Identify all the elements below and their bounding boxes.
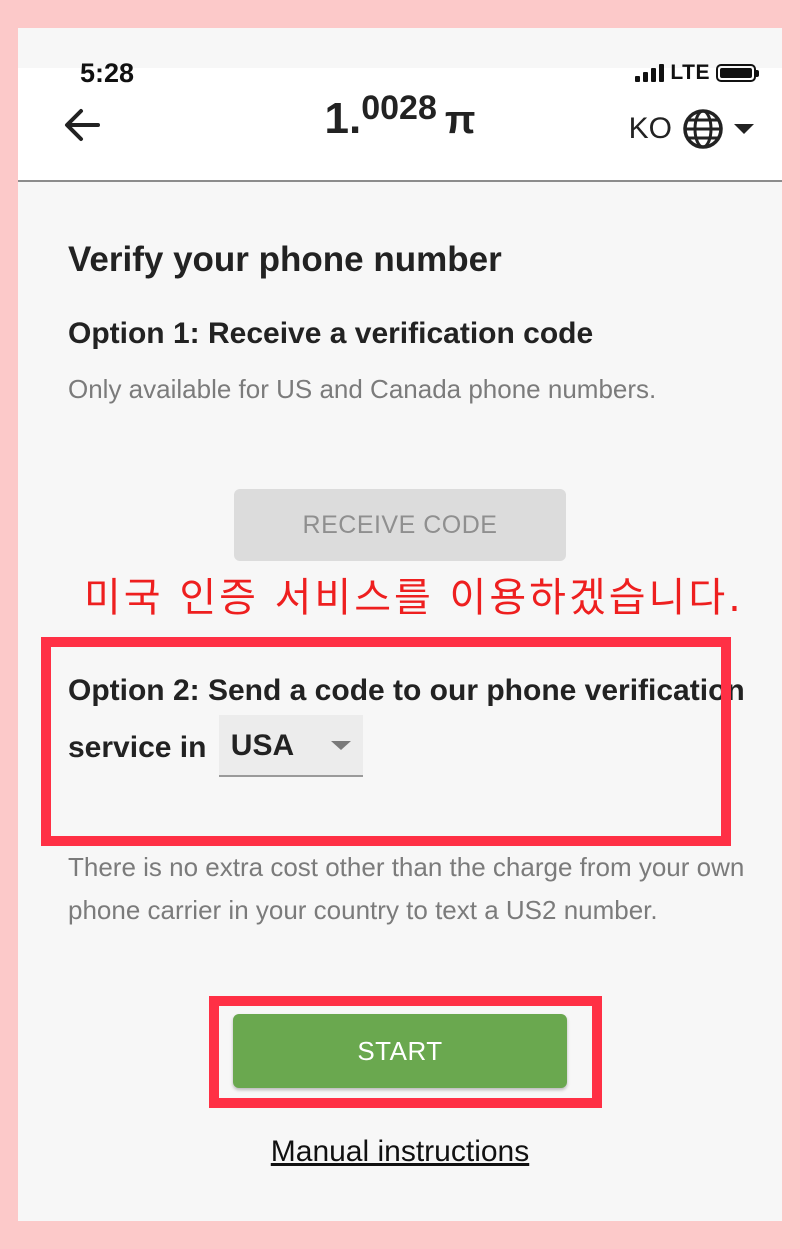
pi-symbol: π <box>444 98 476 142</box>
battery-icon <box>716 64 759 82</box>
option2-description: There is no extra cost other than the ch… <box>68 852 745 925</box>
language-code: KO <box>628 112 672 145</box>
signal-icon <box>635 64 665 82</box>
receive-code-button[interactable]: RECEIVE CODE <box>234 489 566 561</box>
manual-instructions-link[interactable]: Manual instructions <box>18 1135 782 1169</box>
language-selector[interactable]: KO <box>629 108 754 150</box>
balance-integer: 1. <box>324 94 362 143</box>
status-time: 5:28 <box>80 58 135 88</box>
phone-screen: 5:28 LTE 1.0028 π KO Verify your phone nu… <box>18 28 782 1221</box>
option1-title: Option 1: Receive a verification code <box>68 317 594 350</box>
option1-description: Only available for US and Canada phone n… <box>68 374 657 404</box>
chevron-down-icon <box>734 124 754 134</box>
page-title: Verify your phone number <box>68 240 502 279</box>
balance-decimal: 0028 <box>361 89 437 127</box>
annotation-note: 미국 인증 서비스를 이용하겠습니다. <box>84 575 744 621</box>
highlight-box-option2 <box>41 637 731 846</box>
start-button[interactable]: START <box>233 1014 567 1088</box>
status-indicators: LTE <box>635 61 759 85</box>
network-label: LTE <box>670 61 710 84</box>
globe-icon <box>683 109 723 149</box>
